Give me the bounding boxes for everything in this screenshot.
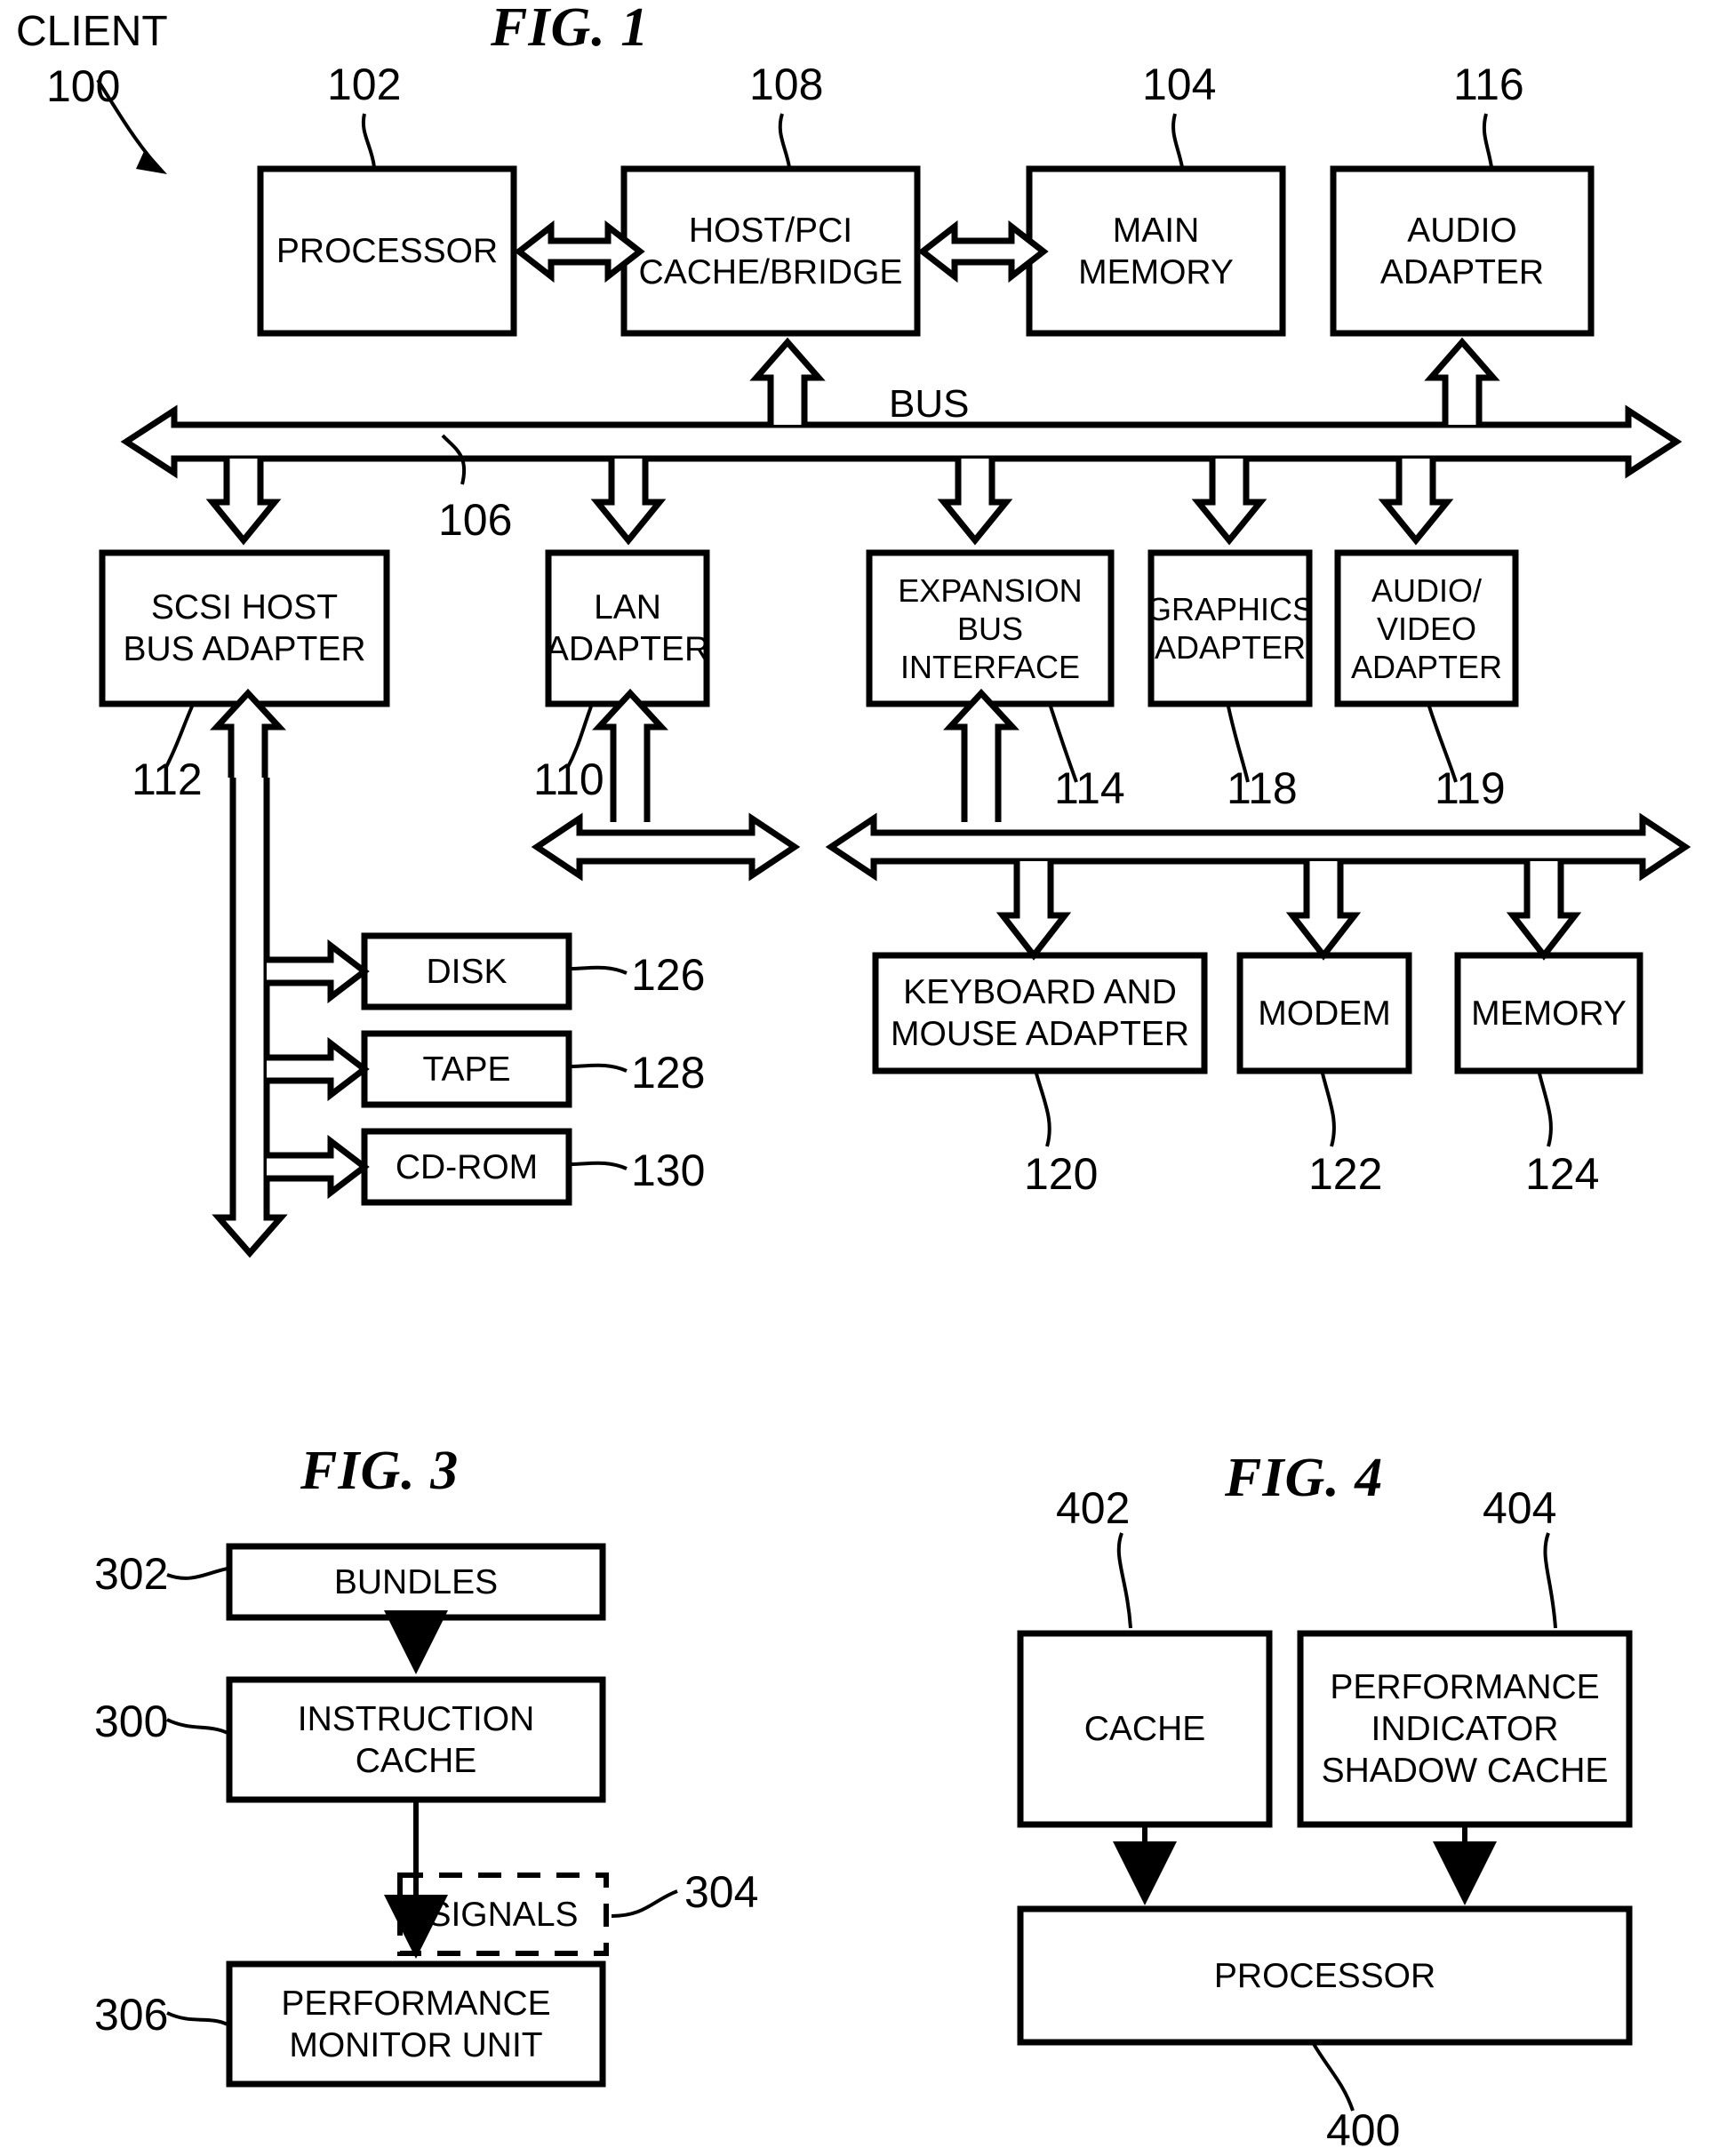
leader-302 bbox=[166, 1567, 228, 1580]
arrow-to-cdrom bbox=[267, 1134, 370, 1200]
scsi-device-bus bbox=[212, 778, 288, 1258]
bus-label: BUS bbox=[889, 382, 970, 426]
ref-122: 122 bbox=[1308, 1149, 1383, 1199]
label-instruction-cache[interactable]: INSTRUCTION CACHE bbox=[229, 1680, 603, 1800]
leader-306 bbox=[166, 2011, 228, 2026]
label-host-pci-cache-bridge[interactable]: HOST/PCI CACHE/BRIDGE bbox=[624, 169, 917, 333]
label-lan-adapter[interactable]: LAN ADAPTER bbox=[546, 553, 709, 704]
arrow-processor-bridge bbox=[514, 220, 645, 283]
ref-402: 402 bbox=[1056, 1483, 1131, 1533]
leader-130 bbox=[570, 1161, 628, 1170]
arrow-to-tape bbox=[267, 1036, 370, 1102]
label-cdrom[interactable]: CD-ROM bbox=[364, 1131, 569, 1202]
ref-120: 120 bbox=[1024, 1149, 1099, 1199]
ref-119: 119 bbox=[1435, 763, 1506, 813]
leader-400-fig4 bbox=[1312, 2042, 1355, 2112]
leader-404 bbox=[1543, 1532, 1557, 1629]
arrow-expbus-to-memory bbox=[1506, 861, 1582, 961]
arrow-bridge-memory bbox=[917, 220, 1049, 283]
label-tape[interactable]: TAPE bbox=[364, 1034, 569, 1105]
ref-102: 102 bbox=[327, 60, 402, 109]
ref-118: 118 bbox=[1227, 763, 1298, 813]
leader-304 bbox=[611, 1889, 678, 1918]
ref-110: 110 bbox=[533, 755, 604, 804]
label-main-memory[interactable]: MAIN MEMORY bbox=[1029, 169, 1283, 333]
leader-122 bbox=[1321, 1073, 1336, 1147]
label-performance-indicator-shadow-cache[interactable]: PERFORMANCE INDICATOR SHADOW CACHE bbox=[1300, 1633, 1629, 1825]
ref-100: 100 bbox=[46, 61, 121, 111]
arrow-bus-to-bridge bbox=[749, 337, 826, 425]
arrow-bus-to-expansion bbox=[937, 459, 1013, 546]
ref-404: 404 bbox=[1483, 1483, 1557, 1533]
arrow-to-disk bbox=[267, 938, 370, 1004]
leader-126 bbox=[570, 965, 628, 975]
ref-116: 116 bbox=[1453, 60, 1524, 109]
label-disk[interactable]: DISK bbox=[364, 936, 569, 1007]
ref-302: 302 bbox=[94, 1549, 169, 1599]
ref-300: 300 bbox=[94, 1697, 169, 1746]
ref-400: 400 bbox=[1326, 2105, 1401, 2155]
leader-120 bbox=[1035, 1073, 1051, 1147]
ref-108: 108 bbox=[749, 60, 824, 109]
figure-4-title: FIG. 4 bbox=[1225, 1448, 1384, 1508]
label-audio-adapter[interactable]: AUDIO ADAPTER bbox=[1333, 169, 1591, 333]
label-memory[interactable]: MEMORY bbox=[1458, 955, 1640, 1071]
arrow-bus-to-audio-adapter bbox=[1424, 337, 1500, 425]
leader-108 bbox=[778, 113, 791, 168]
leader-104 bbox=[1171, 113, 1184, 168]
arrow-expbus-to-kbd bbox=[995, 861, 1072, 961]
ref-126: 126 bbox=[631, 950, 706, 1000]
ref-304: 304 bbox=[684, 1867, 759, 1917]
label-bundles[interactable]: BUNDLES bbox=[229, 1546, 603, 1617]
ref-306: 306 bbox=[94, 1990, 169, 2040]
leader-124 bbox=[1538, 1073, 1553, 1147]
arrow-into-lan bbox=[592, 688, 668, 822]
label-modem[interactable]: MODEM bbox=[1240, 955, 1409, 1071]
label-audio-video-adapter[interactable]: AUDIO/ VIDEO ADAPTER bbox=[1338, 553, 1515, 704]
ref-128: 128 bbox=[631, 1048, 706, 1098]
ref-104: 104 bbox=[1142, 60, 1217, 109]
arrow-bus-to-lan bbox=[590, 459, 667, 546]
ref-112: 112 bbox=[132, 755, 203, 804]
figure-3-title: FIG. 3 bbox=[300, 1441, 460, 1501]
leader-116 bbox=[1482, 113, 1493, 168]
leader-402 bbox=[1116, 1532, 1132, 1629]
leader-100-arrowhead bbox=[136, 149, 167, 174]
figure-1-title: FIG. 1 bbox=[491, 0, 650, 58]
label-processor[interactable]: PROCESSOR bbox=[260, 169, 514, 333]
label-fig4-processor[interactable]: PROCESSOR bbox=[1020, 1909, 1629, 2042]
ref-106: 106 bbox=[438, 495, 513, 545]
arrow-into-expansion bbox=[943, 688, 1019, 822]
ref-130: 130 bbox=[631, 1146, 706, 1195]
leader-128 bbox=[570, 1063, 628, 1073]
patent-drawing-sheet: FIG. 1 CLIENT 100 102 108 104 116 106 11… bbox=[0, 0, 1735, 2155]
arrow-bus-to-scsi bbox=[205, 459, 282, 546]
arrow-bus-to-av bbox=[1378, 459, 1454, 546]
label-cache[interactable]: CACHE bbox=[1020, 1633, 1269, 1825]
leader-102 bbox=[361, 113, 376, 168]
leader-300 bbox=[166, 1718, 228, 1735]
label-keyboard-mouse-adapter[interactable]: KEYBOARD AND MOUSE ADAPTER bbox=[875, 955, 1204, 1071]
label-graphics-adapter[interactable]: GRAPHICS ADAPTER bbox=[1147, 553, 1314, 704]
arrow-expbus-to-modem bbox=[1285, 861, 1362, 961]
label-signals[interactable]: SIGNALS bbox=[400, 1875, 606, 1953]
label-performance-monitor-unit[interactable]: PERFORMANCE MONITOR UNIT bbox=[229, 1964, 603, 2084]
label-scsi-host-bus-adapter[interactable]: SCSI HOST BUS ADAPTER bbox=[102, 553, 387, 704]
arrow-bus-to-graphics bbox=[1191, 459, 1267, 546]
client-label: CLIENT bbox=[16, 8, 168, 55]
label-expansion-bus-interface[interactable]: EXPANSION BUS INTERFACE bbox=[869, 553, 1111, 704]
ref-114: 114 bbox=[1054, 763, 1125, 813]
lan-network-arrow bbox=[531, 812, 801, 882]
ref-124: 124 bbox=[1525, 1149, 1600, 1199]
